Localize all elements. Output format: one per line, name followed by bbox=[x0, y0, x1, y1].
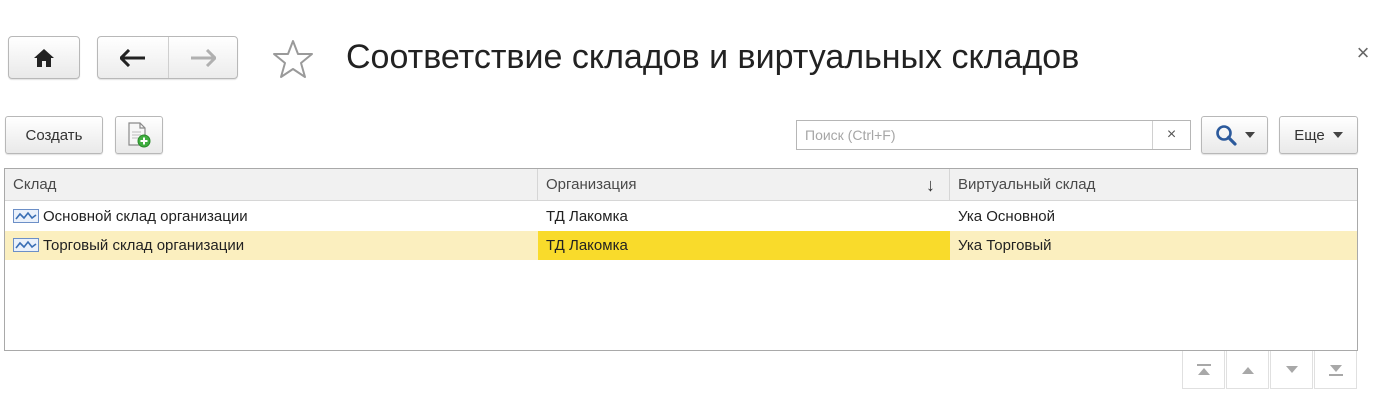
go-previous-icon bbox=[1241, 366, 1254, 374]
chevron-down-icon bbox=[1244, 132, 1255, 138]
go-first-icon bbox=[1196, 363, 1211, 375]
column-header-warehouse[interactable]: Склад bbox=[5, 169, 538, 201]
table-header: Склад Организация ↓ Виртуальный склад bbox=[5, 169, 1357, 201]
go-last-button[interactable] bbox=[1314, 351, 1357, 389]
column-header-virtual-warehouse[interactable]: Виртуальный склад bbox=[950, 169, 1357, 201]
forward-arrow-icon bbox=[190, 48, 216, 67]
table-row[interactable]: Основной склад организации ТД Лакомка Ук… bbox=[5, 202, 1357, 231]
go-next-button[interactable] bbox=[1270, 351, 1313, 389]
warehouse-icon bbox=[13, 209, 39, 224]
warehouse-icon bbox=[13, 238, 39, 253]
data-table: Склад Организация ↓ Виртуальный склад Ос… bbox=[4, 168, 1358, 351]
column-label: Виртуальный склад bbox=[958, 176, 1096, 193]
forward-button[interactable] bbox=[167, 37, 238, 78]
more-label: Еще bbox=[1294, 126, 1325, 144]
warehouse-name: Основной склад организации bbox=[43, 208, 248, 225]
cell-organization: ТД Лакомка bbox=[546, 208, 628, 225]
search-input[interactable] bbox=[797, 121, 1152, 149]
more-button[interactable]: Еще bbox=[1279, 116, 1358, 154]
column-header-organization[interactable]: Организация ↓ bbox=[538, 169, 950, 201]
search-icon bbox=[1215, 125, 1237, 146]
back-button[interactable] bbox=[98, 37, 168, 78]
column-label: Склад bbox=[13, 176, 57, 193]
add-document-icon bbox=[128, 122, 151, 148]
column-label: Организация bbox=[546, 176, 637, 193]
go-first-button[interactable] bbox=[1182, 351, 1225, 389]
back-arrow-icon bbox=[119, 48, 145, 67]
search-button[interactable] bbox=[1201, 116, 1268, 154]
add-copy-button[interactable] bbox=[115, 116, 163, 154]
go-last-icon bbox=[1328, 364, 1343, 376]
search-field: × bbox=[796, 120, 1191, 150]
search-clear-button[interactable]: × bbox=[1152, 121, 1190, 149]
clear-icon: × bbox=[1166, 126, 1177, 143]
cell-virtual-warehouse: Ука Торговый bbox=[958, 237, 1052, 254]
sort-down-icon: ↓ bbox=[926, 175, 935, 195]
page-title: Соответствие складов и виртуальных склад… bbox=[346, 38, 1080, 76]
create-button[interactable]: Создать bbox=[5, 116, 103, 154]
chevron-down-icon bbox=[1332, 132, 1343, 138]
close-button[interactable]: × bbox=[1350, 40, 1376, 66]
home-icon bbox=[34, 48, 54, 67]
close-icon: × bbox=[1356, 40, 1370, 65]
star-icon bbox=[273, 40, 313, 78]
go-next-icon bbox=[1285, 365, 1298, 373]
warehouse-name: Торговый склад организации bbox=[43, 237, 245, 254]
go-previous-button[interactable] bbox=[1226, 351, 1269, 389]
table-row[interactable]: Торговый склад организации ТД Лакомка Ук… bbox=[5, 231, 1357, 260]
navigation-group bbox=[97, 36, 238, 79]
home-button[interactable] bbox=[8, 36, 80, 79]
cell-warehouse: Торговый склад организации bbox=[5, 231, 538, 260]
cell-organization: ТД Лакомка bbox=[538, 231, 950, 260]
favorite-button[interactable] bbox=[270, 38, 316, 80]
cell-warehouse: Основной склад организации bbox=[5, 202, 538, 231]
cell-virtual-warehouse: Ука Основной bbox=[958, 208, 1056, 225]
